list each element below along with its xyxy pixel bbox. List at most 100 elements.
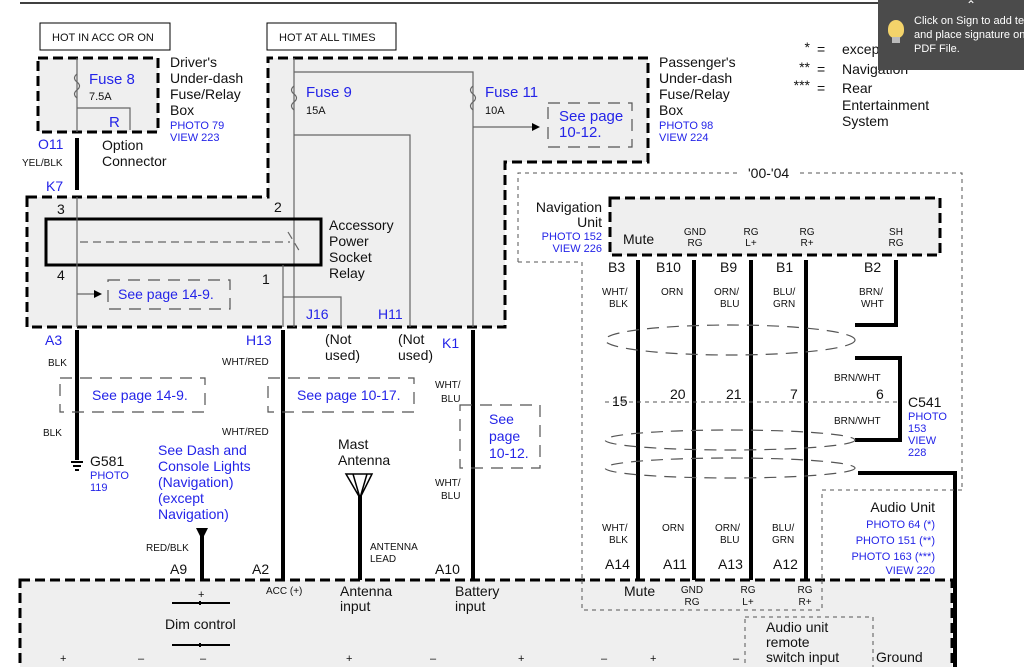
photo-153-link[interactable]: PHOTO — [908, 411, 947, 423]
tooltip-line: and place signature on — [914, 29, 1024, 41]
photo-163-link[interactable]: PHOTO 163 (***) — [851, 551, 935, 563]
view-226-link[interactable]: VIEW 226 — [552, 243, 602, 255]
photo-64-link[interactable]: PHOTO 64 (*) — [866, 519, 935, 531]
pin-a3: A3 — [45, 332, 62, 348]
view-223-link[interactable]: VIEW 223 — [170, 132, 220, 144]
see-page-14-9-link[interactable]: See page 14-9. — [118, 286, 214, 302]
pin-o11: O11 — [38, 136, 64, 152]
wire-color: BLK — [609, 299, 628, 310]
see-dash-lights-link[interactable]: (Navigation) — [158, 474, 233, 490]
wire-color: ORN — [662, 523, 684, 534]
legend-equals: = — [817, 61, 825, 77]
fuse8-label: Fuse 8 — [89, 71, 135, 88]
photo-152-link[interactable]: PHOTO 152 — [542, 231, 602, 243]
photo-79-link[interactable]: PHOTO 79 — [170, 120, 224, 132]
wire-color: BLU — [720, 299, 739, 310]
antenna-input-label: Antenna — [340, 583, 392, 599]
see-page-10-12-link[interactable]: page — [489, 428, 520, 444]
passengers-box-label: Fuse/Relay — [659, 86, 730, 102]
view-220-link[interactable]: VIEW 220 — [885, 565, 935, 577]
polarity-mark: – — [430, 653, 437, 665]
relay-pin: 2 — [274, 199, 282, 215]
dim-plus: + — [198, 589, 204, 601]
tooltip-line: PDF File. — [914, 43, 960, 55]
wire-color-blk: BLK — [43, 428, 62, 439]
collapse-chevron-icon[interactable]: ⌃ — [966, 0, 976, 12]
option-connector-label: Option — [102, 137, 143, 153]
photo-151-link[interactable]: PHOTO 151 (**) — [856, 535, 935, 547]
wire-color: WHT/ — [602, 523, 628, 534]
photo-119-link[interactable]: PHOTO — [90, 470, 129, 482]
see-dash-lights-link[interactable]: (except — [158, 490, 204, 506]
acc-terminal: ACC (+) — [266, 586, 302, 597]
gnd-rg-terminal: RG — [685, 597, 700, 608]
wire-color: BLU/ — [772, 523, 794, 534]
c541-pin: 20 — [670, 386, 686, 402]
drivers-box-label: Driver's — [170, 54, 217, 70]
fuse9-amps: 15A — [306, 105, 326, 117]
mute-terminal: Mute — [624, 583, 655, 599]
nav-terminal: RG — [800, 227, 815, 238]
view-224-link[interactable]: VIEW 224 — [659, 132, 709, 144]
not-used-label: used) — [325, 347, 360, 363]
wiring-diagram-page: HOT IN ACC OR ON HOT AT ALL TIMES Fuse 8… — [0, 0, 1024, 667]
sign-tooltip[interactable]: ⌃ Click on Sign to add text and place si… — [878, 0, 1024, 70]
legend-text: System — [842, 113, 889, 129]
wire-color: ORN/ — [714, 287, 739, 298]
wire-color: BLU/ — [773, 287, 795, 298]
fuse11-label: Fuse 11 — [485, 84, 538, 101]
wire-color: GRN — [772, 535, 794, 546]
legend-symbol: * — [805, 39, 811, 55]
photo-153-link[interactable]: 153 — [908, 423, 926, 435]
legend-text: Rear — [842, 80, 873, 96]
see-page-10-12-link[interactable]: 10-12. — [489, 445, 529, 461]
antenna-icon — [344, 473, 374, 501]
polarity-mark: + — [346, 653, 352, 665]
mast-antenna-label: Antenna — [338, 452, 390, 468]
wire-color: WHT/ — [602, 287, 628, 298]
passengers-box-label: Under-dash — [659, 70, 732, 86]
pin-a2: A2 — [252, 561, 269, 577]
relay-label: Socket — [329, 249, 372, 265]
c541-pin: 21 — [726, 386, 742, 402]
pin-a13: A13 — [718, 556, 743, 572]
see-page-10-12-link[interactable]: 10-12. — [559, 124, 602, 141]
tooltip-text: Click on Sign to add text and place sign… — [914, 14, 1024, 56]
see-dash-lights-link[interactable]: See Dash and — [158, 442, 247, 458]
pin-a9: A9 — [170, 561, 187, 577]
relay-pin: 4 — [57, 267, 65, 283]
nav-terminal: RG — [688, 238, 703, 249]
gnd-rg-terminal: GND — [681, 585, 703, 596]
legend-equals: = — [817, 80, 825, 96]
pin-k7: K7 — [46, 178, 63, 194]
see-dash-lights-link[interactable]: Console Lights — [158, 458, 251, 474]
lightbulb-base — [892, 37, 900, 43]
relay-pin: 3 — [57, 201, 65, 217]
not-used-label: (Not — [325, 331, 352, 347]
dim-control-label: Dim control — [165, 616, 236, 632]
wire-color-red-blk: RED/BLK — [146, 543, 189, 554]
battery-input-label: Battery — [455, 583, 499, 599]
passengers-box-label: Box — [659, 102, 683, 118]
view-228-link[interactable]: 228 — [908, 447, 926, 459]
see-page-14-9-link[interactable]: See page 14-9. — [92, 387, 188, 403]
pin-b1: B1 — [776, 259, 793, 275]
pin-b2: B2 — [864, 259, 881, 275]
photo-98-link[interactable]: PHOTO 98 — [659, 120, 713, 132]
ground-icon — [71, 461, 83, 471]
shield-ellipse — [604, 429, 856, 451]
rg-l-terminal: L+ — [742, 597, 754, 608]
relay-pin: 1 — [262, 271, 270, 287]
photo-119-link[interactable]: 119 — [90, 482, 108, 494]
relay-label: Power — [329, 233, 369, 249]
nav-terminal: GND — [684, 227, 706, 238]
see-dash-lights-link[interactable]: Navigation) — [158, 506, 229, 522]
rg-r-terminal: R+ — [798, 597, 811, 608]
view-228-link[interactable]: VIEW — [908, 435, 937, 447]
see-page-10-17-link[interactable]: See page 10-17. — [297, 387, 401, 403]
nav-terminal: RG — [744, 227, 759, 238]
see-page-10-12-link[interactable]: See page — [559, 108, 623, 125]
wire-color: BLU — [720, 535, 739, 546]
see-page-10-12-link[interactable]: See — [489, 411, 514, 427]
navigation-unit-label: Navigation — [536, 199, 602, 215]
